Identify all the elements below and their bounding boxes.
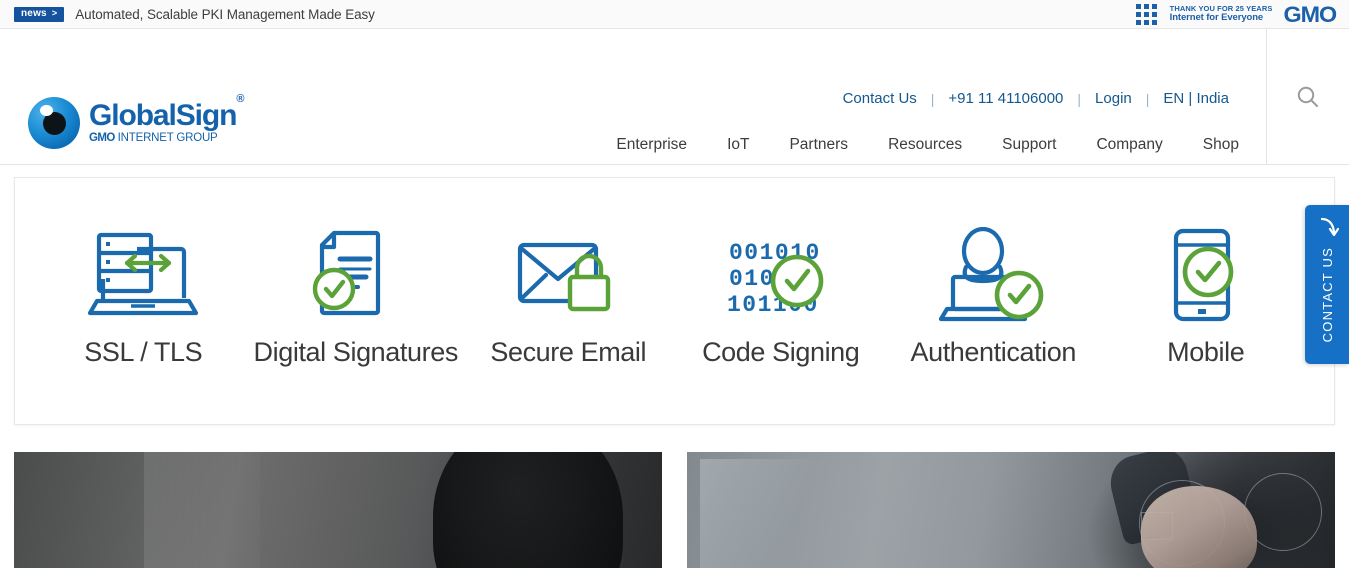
chevron-right-icon: > [51,8,58,18]
product-categories-row: SSL / TLS Digital Signatures Secure Emai… [15,178,1334,424]
logo-text-block: GlobalSign® GMO INTERNET GROUP [89,93,244,145]
logo-tagline: GMO INTERNET GROUP [89,132,218,145]
envelope-lock-icon [512,227,624,323]
utility-link-contact-us[interactable]: Contact Us [833,90,927,107]
product-categories-card: SSL / TLS Digital Signatures Secure Emai… [14,177,1335,425]
product-label: Authentication [910,336,1077,367]
news-bar: news > Automated, Scalable PKI Managemen… [0,0,1349,29]
main-navigation: Enterprise IoT Partners Resources Suppor… [596,136,1239,154]
utility-navigation: Contact Us | +91 11 41106000 | Login | E… [833,90,1239,107]
thank-you-line2: Internet for Everyone [1169,12,1264,24]
search-icon [1297,86,1318,107]
news-badge-label: news [21,7,47,19]
product-label: Digital Signatures [253,336,459,367]
nav-item-company[interactable]: Company [1076,136,1182,154]
product-label: Secure Email [490,336,647,367]
nav-separator: | [930,90,935,107]
product-label: Mobile [1167,336,1245,367]
person-laptop-check-icon [935,226,1051,323]
nav-separator: | [1077,90,1082,107]
product-label: SSL / TLS [84,336,203,367]
utility-link-language-region[interactable]: EN | India [1153,90,1239,107]
product-authentication[interactable]: Authentication [887,226,1100,368]
product-digital-signatures[interactable]: Digital Signatures [250,227,463,368]
trademark-symbol: ® [236,93,244,106]
product-secure-email[interactable]: Secure Email [462,227,675,368]
binary-check-icon: 001010 0100 101100 [725,227,837,323]
promo-image-2 [1141,486,1258,568]
product-mobile[interactable]: Mobile [1100,227,1313,368]
utility-link-phone[interactable]: +91 11 41106000 [938,90,1073,107]
promo-image-1 [498,482,611,560]
logo-name: GlobalSign® [89,93,244,133]
product-label: Code Signing [702,336,860,367]
nav-item-iot[interactable]: IoT [707,136,769,154]
curved-arrow-icon [1320,217,1339,237]
apps-grid-icon[interactable] [1135,4,1157,25]
product-code-signing[interactable]: 001010 0100 101100 Code Signing [675,227,888,368]
news-badge[interactable]: news > [14,6,65,22]
contact-us-tab[interactable]: CONTACT US [1305,205,1349,364]
nav-item-partners[interactable]: Partners [769,136,868,154]
globalsign-eye-logo-icon [28,97,80,149]
promo-cards-row [14,452,1335,568]
nav-item-resources[interactable]: Resources [868,136,982,154]
search-button[interactable] [1266,29,1349,165]
promo-image-1-detail [507,538,604,568]
site-header: GlobalSign® GMO INTERNET GROUP Contact U… [0,29,1349,165]
contact-us-tab-label: CONTACT US [1319,247,1335,343]
promo-card-1[interactable] [14,452,662,568]
promo-card-2[interactable] [687,452,1335,568]
news-headline[interactable]: Automated, Scalable PKI Management Made … [75,7,375,22]
nav-item-enterprise[interactable]: Enterprise [596,136,707,154]
smartphone-check-icon [1160,227,1252,323]
nav-item-shop[interactable]: Shop [1183,136,1239,154]
nav-separator: | [1145,90,1150,107]
product-ssl-tls[interactable]: SSL / TLS [37,227,250,368]
gmo-logo[interactable]: GMO [1284,2,1338,28]
gmo-branding[interactable]: THANK YOU FOR 25 YEARS Internet for Ever… [1135,0,1349,29]
nav-item-support[interactable]: Support [982,136,1076,154]
server-laptop-exchange-icon [85,227,201,323]
document-check-icon [306,227,406,323]
globalsign-logo[interactable]: GlobalSign® GMO INTERNET GROUP [28,93,244,149]
thank-you-message: THANK YOU FOR 25 YEARS Internet for Ever… [1169,4,1273,24]
utility-link-login[interactable]: Login [1085,90,1142,107]
